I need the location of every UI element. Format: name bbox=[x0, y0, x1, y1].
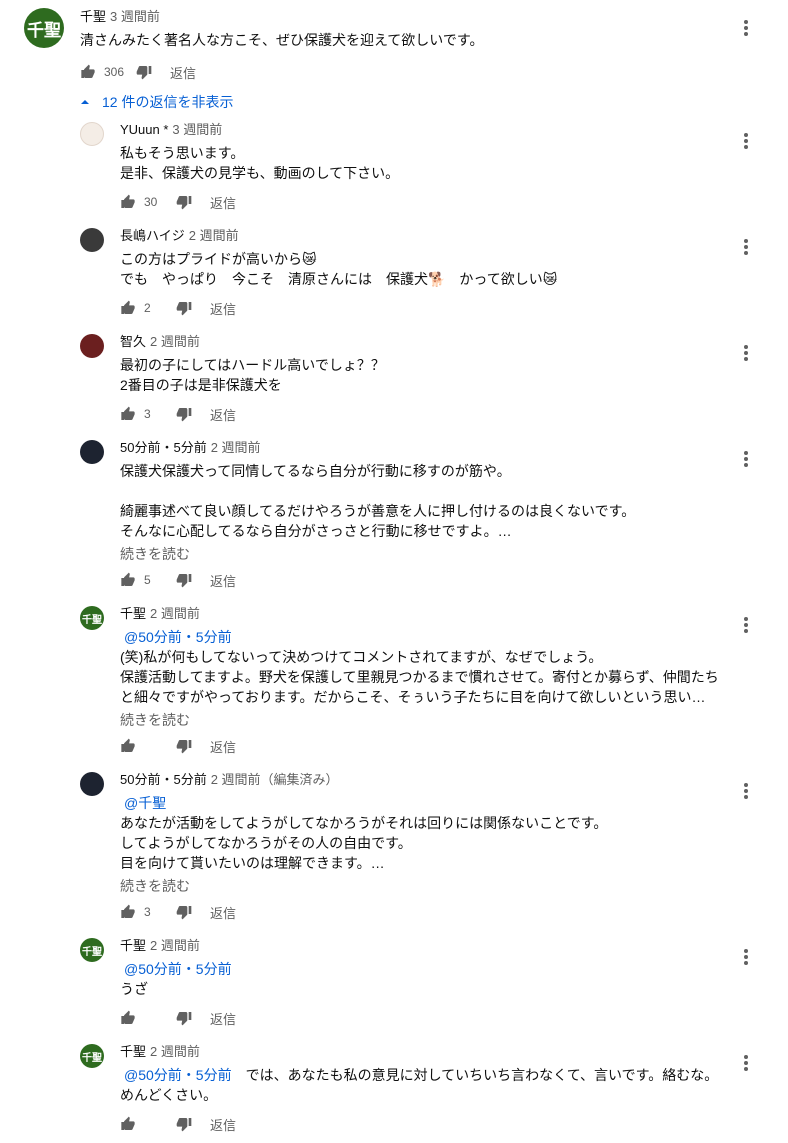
thumb-down-icon[interactable] bbox=[176, 1116, 192, 1132]
avatar[interactable] bbox=[80, 122, 104, 146]
comment-time[interactable]: 2 週間前 bbox=[189, 228, 239, 243]
reply-button[interactable]: 返信 bbox=[210, 1009, 236, 1028]
reply-button[interactable]: 返信 bbox=[170, 63, 196, 82]
thumb-up-icon[interactable] bbox=[80, 64, 96, 80]
thumb-down-icon[interactable] bbox=[176, 738, 192, 754]
thumb-down-icon[interactable] bbox=[176, 572, 192, 588]
more-vert-icon[interactable] bbox=[738, 781, 754, 801]
avatar[interactable] bbox=[80, 772, 104, 796]
thumb-up-icon[interactable] bbox=[120, 738, 136, 754]
comment-text: この方はプライドが高いから😿 でも やっぱり 今こそ 清原さんには 保護犬🐕 か… bbox=[120, 251, 558, 287]
comment-text: (笑)私が何もしてないって決めつけてコメントされてますが、なぜでしょう。 保護活… bbox=[120, 649, 719, 705]
avatar[interactable] bbox=[80, 334, 104, 358]
comment-author[interactable]: 50分前・5分前 bbox=[120, 440, 207, 455]
comment-actions: 5 返信 bbox=[120, 570, 236, 590]
avatar[interactable]: 千聖 bbox=[24, 8, 64, 48]
comment-text: 保護犬保護犬って同情してるなら自分が行動に移すのが筋や。 綺麗事述べて良い顔して… bbox=[120, 463, 636, 539]
reply-button[interactable]: 返信 bbox=[210, 405, 236, 424]
comment-time[interactable]: 2 週間前 bbox=[150, 606, 200, 621]
comment-author[interactable]: 千聖 bbox=[120, 1044, 146, 1059]
more-vert-icon[interactable] bbox=[738, 615, 754, 635]
comment-actions: 30 返信 bbox=[120, 192, 236, 212]
like-count: 3 bbox=[144, 905, 151, 919]
thumb-down-icon[interactable] bbox=[176, 1010, 192, 1026]
mention-link[interactable]: @千聖 bbox=[124, 793, 734, 813]
reply-button[interactable]: 返信 bbox=[210, 571, 236, 590]
read-more-link[interactable]: 続きを読む bbox=[120, 876, 190, 896]
avatar[interactable] bbox=[80, 440, 104, 464]
comment-time[interactable]: 2 週間前 bbox=[150, 334, 200, 349]
comment-author[interactable]: 千聖 bbox=[120, 938, 146, 953]
mention-link[interactable]: @50分前・5分前 bbox=[124, 627, 734, 647]
comment-text: うざ bbox=[120, 981, 148, 997]
comment-actions: 返信 bbox=[120, 1114, 236, 1134]
comment-actions: 返信 bbox=[120, 736, 236, 756]
hide-replies-label: 12 件の返信を非表示 bbox=[102, 94, 234, 110]
thumb-down-icon[interactable] bbox=[176, 300, 192, 316]
like-count: 3 bbox=[144, 407, 151, 421]
thumb-up-icon[interactable] bbox=[120, 1116, 136, 1132]
read-more-link[interactable]: 続きを読む bbox=[120, 710, 190, 730]
comment-time[interactable]: 2 週間前 bbox=[150, 1044, 200, 1059]
more-vert-icon[interactable] bbox=[738, 449, 754, 469]
comment-actions: 306 返信 bbox=[80, 62, 196, 82]
comment-actions: 3 返信 bbox=[120, 902, 236, 922]
comment-actions: 返信 bbox=[120, 1008, 236, 1028]
mention-link[interactable]: @50分前・5分前 bbox=[124, 959, 734, 979]
avatar[interactable]: 千聖 bbox=[80, 1044, 104, 1068]
comment-actions: 3 返信 bbox=[120, 404, 236, 424]
more-vert-icon[interactable] bbox=[738, 947, 754, 967]
comment-author[interactable]: YUuun * bbox=[120, 122, 168, 137]
more-vert-icon[interactable] bbox=[738, 1053, 754, 1073]
reply-button[interactable]: 返信 bbox=[210, 737, 236, 756]
thumb-up-icon[interactable] bbox=[120, 194, 136, 210]
comment-author[interactable]: 50分前・5分前 bbox=[120, 772, 207, 787]
comment-author[interactable]: 千聖 bbox=[120, 606, 146, 621]
reply-button[interactable]: 返信 bbox=[210, 1115, 236, 1134]
comment-text: あなたが活動をしてようがしてなかろうがそれは回りには関係ないことです。 してよう… bbox=[120, 815, 608, 871]
hide-replies-button[interactable]: 12 件の返信を非表示 bbox=[80, 92, 233, 112]
more-vert-icon[interactable] bbox=[738, 18, 754, 38]
more-vert-icon[interactable] bbox=[738, 131, 754, 151]
thumb-down-icon[interactable] bbox=[136, 64, 152, 80]
comment-author[interactable]: 智久 bbox=[120, 334, 146, 349]
comment-text: 清さんみたく著名人な方こそ、ぜひ保護犬を迎えて欲しいです。 bbox=[80, 32, 484, 48]
like-count: 306 bbox=[104, 65, 125, 79]
thumb-up-icon[interactable] bbox=[120, 572, 136, 588]
comment-author[interactable]: 長嶋ハイジ bbox=[120, 228, 185, 243]
mention-link[interactable]: @50分前・5分前 bbox=[124, 1067, 232, 1083]
thumb-up-icon[interactable] bbox=[120, 300, 136, 316]
like-count: 30 bbox=[144, 195, 158, 209]
avatar[interactable]: 千聖 bbox=[80, 606, 104, 630]
like-count: 5 bbox=[144, 573, 151, 587]
comment-text: 最初の子にしてはハードル高いでしょ？？ 2番目の子は是非保護犬を bbox=[120, 357, 385, 393]
comment-time[interactable]: 2 週間前 bbox=[150, 938, 200, 953]
chevron-up-icon bbox=[81, 100, 89, 104]
comment-body: @50分前・5分前 では、あなたも私の意見に対していちいち言わなくて、言いです。… bbox=[120, 1065, 730, 1105]
reply-button[interactable]: 返信 bbox=[210, 193, 236, 212]
comment-text: 私もそう思います。 是非、保護犬の見学も、動画のして下さい。 bbox=[120, 145, 400, 181]
comment-actions: 2 返信 bbox=[120, 298, 236, 318]
thumb-up-icon[interactable] bbox=[120, 1010, 136, 1026]
more-vert-icon[interactable] bbox=[738, 237, 754, 257]
thumb-down-icon[interactable] bbox=[176, 406, 192, 422]
reply-button[interactable]: 返信 bbox=[210, 299, 236, 318]
more-vert-icon[interactable] bbox=[738, 343, 754, 363]
avatar[interactable] bbox=[80, 228, 104, 252]
comment-time[interactable]: 2 週間前 bbox=[211, 440, 261, 455]
avatar[interactable]: 千聖 bbox=[80, 938, 104, 962]
like-count: 2 bbox=[144, 301, 151, 315]
read-more-link[interactable]: 続きを読む bbox=[120, 544, 190, 564]
thumb-down-icon[interactable] bbox=[176, 904, 192, 920]
thumb-up-icon[interactable] bbox=[120, 406, 136, 422]
comment-time[interactable]: 2 週間前（編集済み） bbox=[211, 772, 339, 787]
thumb-up-icon[interactable] bbox=[120, 904, 136, 920]
thumb-down-icon[interactable] bbox=[176, 194, 192, 210]
comment-time[interactable]: 3 週間前 bbox=[110, 9, 160, 24]
reply-button[interactable]: 返信 bbox=[210, 903, 236, 922]
comment-author[interactable]: 千聖 bbox=[80, 9, 106, 24]
comment-time[interactable]: 3 週間前 bbox=[172, 122, 222, 137]
